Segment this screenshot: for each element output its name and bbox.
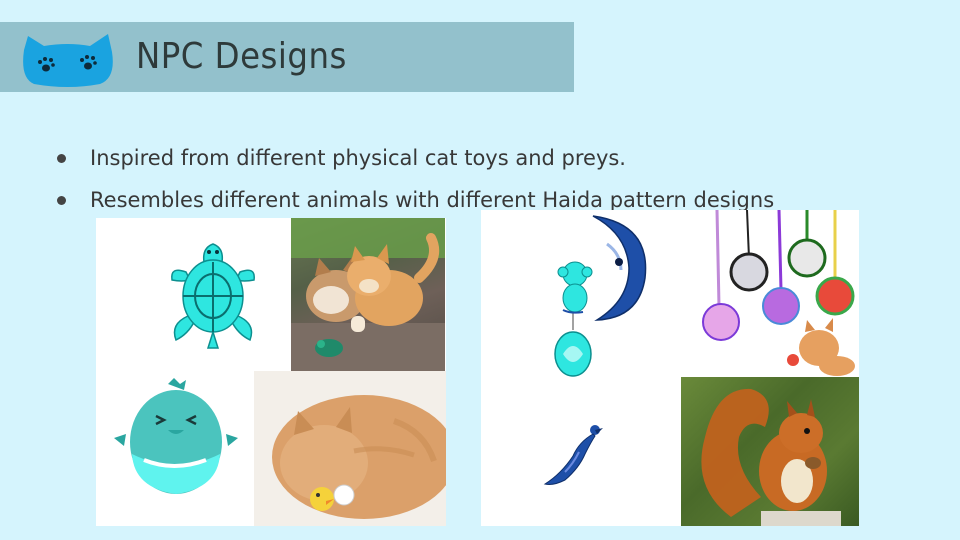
left-image-panel [96, 218, 446, 526]
haida-turtle-icon [171, 243, 255, 349]
slide-title: NPC Designs [136, 36, 347, 77]
bullet-item: Inspired from different physical cat toy… [52, 142, 774, 174]
yarn-ball-toys-photo [697, 210, 859, 376]
cat-ears-logo-icon [23, 34, 113, 87]
red-squirrel-photo [681, 377, 859, 526]
kittens-photo [291, 218, 445, 371]
haida-bird-icon [114, 378, 238, 494]
orange-cat-with-toy-photo [254, 371, 446, 526]
haida-moon-monkey-icon [554, 215, 647, 377]
right-image-panel [481, 210, 859, 526]
title-bar: NPC Designs [0, 22, 574, 92]
haida-peacock-icon [543, 425, 603, 485]
